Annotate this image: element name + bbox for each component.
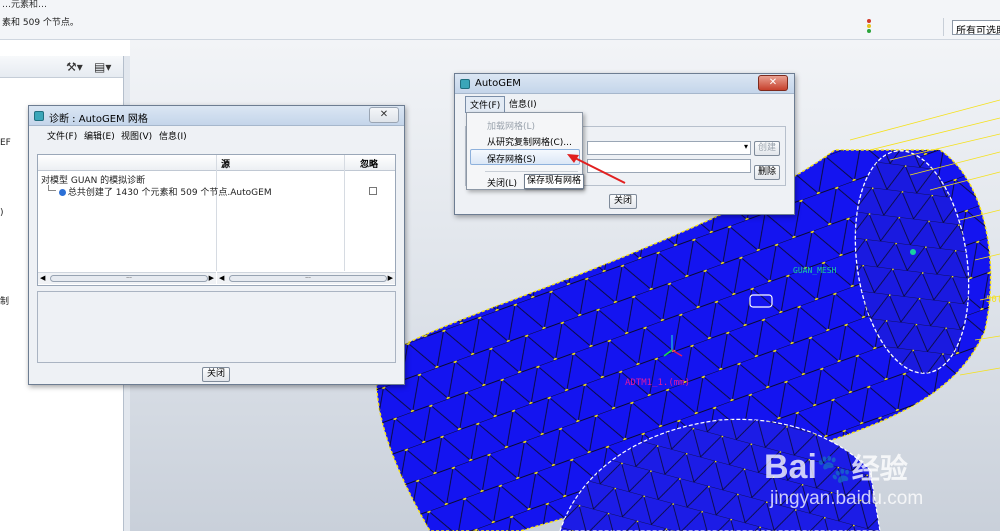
diagnostics-titlebar[interactable]: 诊断 : AutoGEM 网格 ✕ [29,106,404,126]
tree-fragment: 制 [0,297,10,307]
menu-item-save-mesh[interactable]: 保存网格(S) [487,152,536,165]
menu-tooltip: 保存现有网格 [524,174,584,189]
tree-settings-icon[interactable]: ⚒▾ [66,60,83,74]
close-button[interactable]: 关闭 [202,367,230,382]
menu-separator [485,171,578,172]
create-button[interactable]: 创建 [754,141,780,156]
diagnostics-title: 诊断 : AutoGEM 网格 [49,114,148,125]
autogem-menubar: 文件(F) 信息(I) [455,94,794,113]
column-header-ignore[interactable]: 忽略 [360,157,378,170]
tree-columns-icon[interactable]: ▤▾ [94,60,111,74]
watermark-url: jingyan.baidu.com [770,488,924,509]
app-icon [34,111,44,121]
diagnostics-dialog: 诊断 : AutoGEM 网格 ✕ 文件(F) 编辑(E) 视图(V) 信息(I… [28,105,405,385]
tree-fragment: EF [0,138,11,148]
menu-view[interactable]: 视图(V) [121,129,152,142]
status-strip: …元素和… 素和 509 个节点。 所有可选助 [0,0,1000,40]
row-label-summary: 总共创建了 1430 个元素和 509 个节点. [67,188,231,198]
menu-file[interactable]: 文件(F) [465,96,506,113]
scroll-thumb[interactable]: ··· [229,275,387,282]
center-point-icon [910,249,916,255]
scroll-thumb[interactable]: ··· [50,275,208,282]
mesh-type-select[interactable]: ▾ [587,141,751,155]
right-annotation: 50( [986,295,1000,305]
diagnostics-table: 源 忽略 对模型 GUAN 的模拟诊断 总共创建了 1430 个元素和 509 … [37,154,396,286]
chevron-down-icon: ▾ [743,142,748,151]
tree-fragment: ) [0,208,4,218]
diagnostics-detail-pane [37,291,396,363]
traffic-light-icon [864,18,874,36]
ignore-checkbox[interactable] [369,187,377,195]
message-line-status: 素和 509 个节点。 [2,18,79,28]
menu-info[interactable]: 信息(I) [159,129,187,142]
paw-icon: 🐾 [816,453,852,484]
dim-annotation: ADTM1_1.(mm) [625,378,690,388]
menu-edit[interactable]: 编辑(E) [84,129,115,142]
selection-filter-select[interactable]: 所有可选助 [952,20,1000,35]
menu-item-copy-mesh[interactable]: 从研究复制网格(C)... [487,135,572,148]
autogem-titlebar[interactable]: AutoGEM ✕ [455,74,794,94]
scrollbar[interactable]: ◀ ··· ▶ [38,272,216,284]
menu-info[interactable]: 信息(I) [509,97,537,110]
watermark-brand: Bai [764,448,817,486]
watermark-brand-cn: 经验 [851,453,908,484]
info-icon [58,189,66,196]
close-icon[interactable]: ✕ [758,75,788,91]
table-row[interactable]: 总共创建了 1430 个元素和 509 个节点.AutoGEM [48,185,348,198]
close-button[interactable]: 关闭 [609,194,637,209]
message-line-top: …元素和… [2,0,48,10]
scrollbar[interactable]: ◀ ··· ▶ [217,272,395,284]
row-source: AutoGEM [230,188,272,198]
mesh-name-field[interactable] [587,159,751,173]
menu-file[interactable]: 文件(F) [47,129,77,142]
autogem-title: AutoGEM [475,78,521,89]
column-header-source[interactable]: 源 [221,157,230,170]
watermark-logo: Bai🐾经验 [764,447,908,487]
menu-item-close[interactable]: 关闭(L) [487,176,517,189]
delete-button[interactable]: 删除 [754,165,780,180]
mesh-annotation: GUAN_MESH [793,266,837,275]
menu-item-load-mesh[interactable]: 加载网格(L) [487,119,535,132]
app-icon [460,79,470,89]
toolbar-divider [943,18,944,36]
close-icon[interactable]: ✕ [369,107,399,123]
diagnostics-menubar: 文件(F) 编辑(E) 视图(V) 信息(I) [29,126,404,144]
model-tree-toolbar: ⚒▾ ▤▾ [0,56,123,78]
